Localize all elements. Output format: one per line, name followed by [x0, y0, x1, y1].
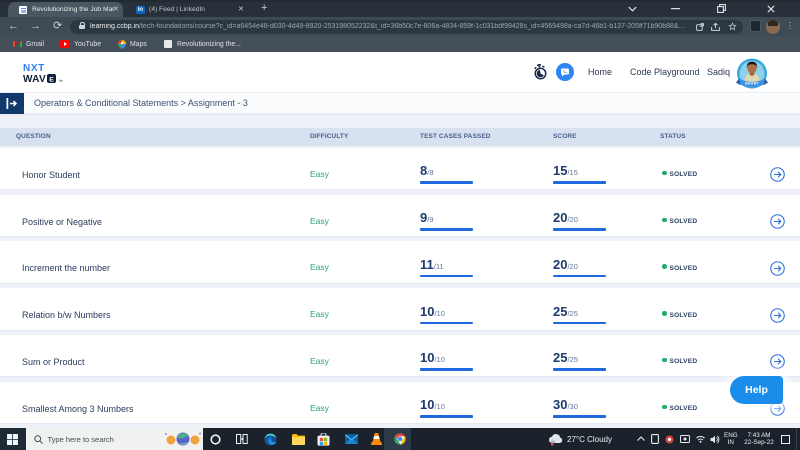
svg-text:E: E	[49, 76, 54, 83]
svg-text:NXT: NXT	[23, 63, 45, 74]
svg-text:™: ™	[59, 79, 64, 84]
svg-text:SMART: SMART	[745, 81, 760, 85]
svg-text:WAV: WAV	[23, 74, 46, 84]
